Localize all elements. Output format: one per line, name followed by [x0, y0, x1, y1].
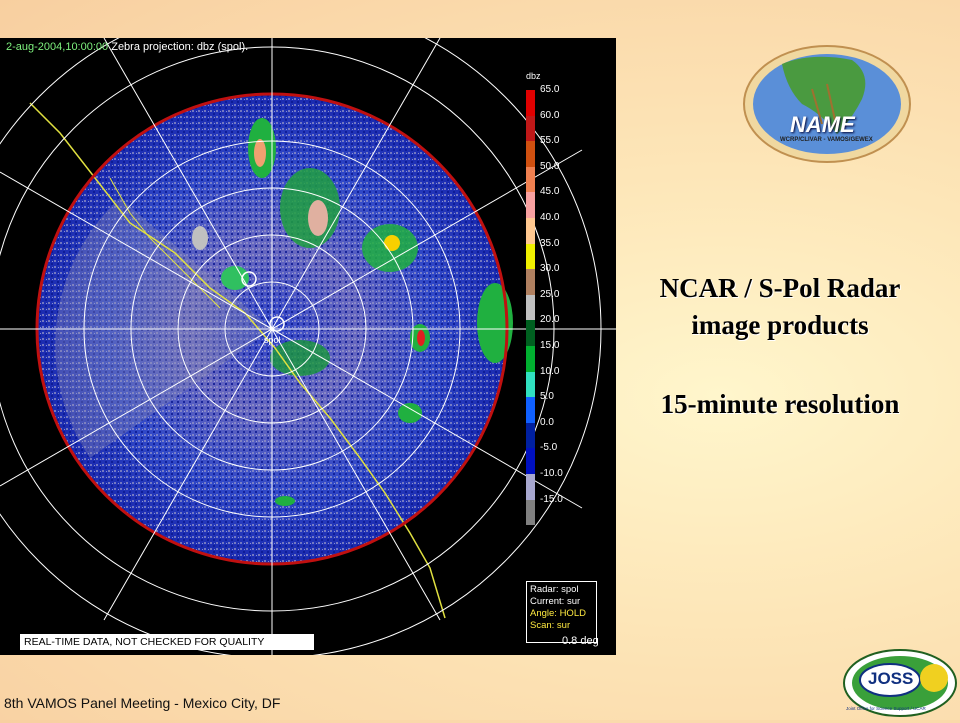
name-logo-subtext: WCRP/CLIVAR - VAMOS/GEWEX [780, 137, 873, 143]
radar-projection-label: Zebra projection: dbz (spol). [111, 41, 249, 53]
headline: NCAR / S-Pol Radar image products [620, 270, 940, 344]
elevation-angle-label: 0.8 deg [562, 635, 599, 647]
color-scale-label: 60.0 [540, 109, 560, 121]
color-scale-swatch [526, 448, 535, 474]
color-scale-swatch [526, 141, 535, 167]
color-scale-label: 10.0 [540, 365, 560, 377]
color-scale-entry: 35.0 [526, 238, 606, 270]
footer-text: 8th VAMOS Panel Meeting - Mexico City, D… [4, 695, 281, 711]
radar-display: 2-aug-2004,10:00:00 Zebra projection: db… [0, 38, 616, 655]
color-scale-label: 45.0 [540, 186, 560, 198]
color-scale-label: 25.0 [540, 288, 560, 300]
color-scale-entry: 30.0 [526, 263, 606, 295]
color-scale-entry: 45.0 [526, 186, 606, 218]
color-scale-entry: 60.0 [526, 110, 606, 142]
color-scale-title: dbz [526, 71, 541, 81]
headline-line2: image products [691, 310, 869, 340]
color-scale-entry: 25.0 [526, 289, 606, 321]
color-scale-swatch [526, 269, 535, 295]
color-scale-entry: 0.0 [526, 417, 606, 449]
color-scale-label: 15.0 [540, 340, 560, 351]
color-scale-swatch [526, 371, 535, 398]
joss-logo-subtext: Joint Office for Science Support / UCAR [846, 706, 926, 711]
color-scale-label: 20.0 [540, 314, 560, 326]
color-scale-entry: 50.0 [526, 161, 606, 193]
info-angle: Angle: HOLD [530, 608, 586, 619]
color-scale-entry: 55.0 [526, 135, 606, 167]
radar-info-box: Radar: spol Current: sur Angle: HOLD Sca… [526, 581, 597, 643]
color-scale-label: 0.0 [540, 416, 554, 428]
color-scale-label: 30.0 [540, 263, 560, 275]
color-scale-label: 5.0 [540, 391, 554, 403]
color-scale-swatch [526, 218, 535, 244]
color-scale-swatch [526, 115, 535, 142]
color-scale-label: -15.0 [540, 493, 563, 505]
color-scale-label: -10.0 [540, 468, 563, 479]
color-scale-swatch [526, 422, 535, 449]
color-scale-entry: -5.0 [526, 442, 606, 474]
color-scale-swatch [526, 397, 535, 423]
color-scale-swatch [526, 90, 535, 116]
info-radar: Radar: spol [530, 584, 579, 595]
joss-logo: JOSS Joint Office for Science Support / … [842, 648, 958, 718]
radar-ppi-plot [0, 38, 616, 655]
color-scale-swatch [526, 166, 535, 193]
joss-logo-text: JOSS [868, 669, 914, 688]
color-scale-entry: -15.0 [526, 494, 606, 526]
color-scale-swatch [526, 499, 535, 526]
color-scale-entry: 5.0 [526, 391, 606, 423]
radar-timestamp: 2-aug-2004,10:00:00 [6, 41, 109, 53]
color-scale-label: 50.0 [540, 160, 560, 172]
name-logo-graphic [743, 45, 911, 163]
color-scale-swatch [526, 474, 535, 500]
color-scale-entry: 65.0 [526, 84, 606, 116]
color-scale-entry: -10.0 [526, 468, 606, 500]
color-scale-entry: 10.0 [526, 366, 606, 398]
color-scale-swatch [526, 294, 535, 321]
color-scale-label: 35.0 [540, 237, 560, 249]
color-scale-label: 55.0 [540, 135, 560, 147]
site-label: spol [264, 335, 281, 345]
info-current: Current: sur [530, 596, 581, 607]
color-scale-label: 65.0 [540, 84, 560, 95]
headline-line1: NCAR / S-Pol Radar [659, 273, 901, 303]
color-scale-swatch [526, 192, 535, 218]
color-scale-swatch [526, 243, 535, 270]
color-scale-entry: 15.0 [526, 340, 606, 372]
color-scale-entry: 20.0 [526, 314, 606, 346]
color-scale-swatch [526, 346, 535, 372]
quality-warning-banner: REAL-TIME DATA, NOT CHECKED FOR QUALITY [20, 634, 314, 650]
name-logo-text: NAME [790, 112, 855, 137]
radar-header: 2-aug-2004,10:00:00 Zebra projection: db… [6, 41, 248, 53]
color-scale-entry: 40.0 [526, 212, 606, 244]
color-scale-label: 40.0 [540, 212, 560, 223]
resolution-text: 15-minute resolution [660, 389, 900, 419]
color-scale-swatch [526, 320, 535, 346]
name-logo: NAME WCRP/CLIVAR - VAMOS/GEWEX [742, 44, 912, 164]
info-scan: Scan: sur [530, 620, 571, 631]
color-scale-label: -5.0 [540, 442, 558, 454]
